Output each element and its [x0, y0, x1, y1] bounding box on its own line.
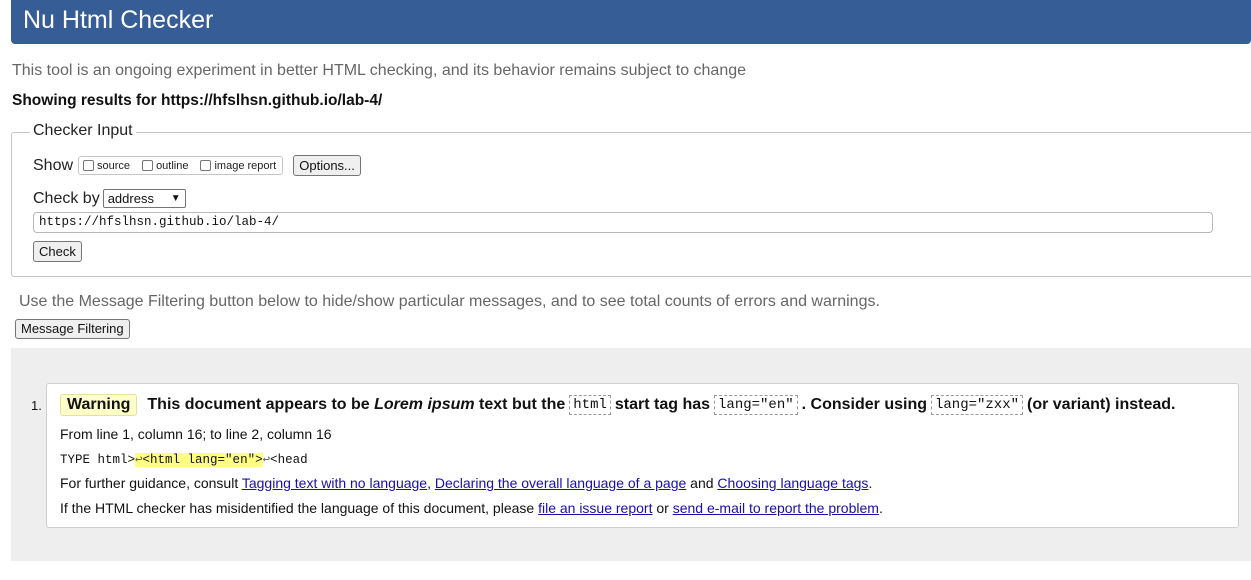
- message-guidance: For further guidance, consult Tagging te…: [60, 475, 872, 491]
- link-tagging-text[interactable]: Tagging text with no language: [242, 475, 427, 491]
- misid-prefix: If the HTML checker has misidentified th…: [60, 500, 539, 516]
- check-by-value: address: [107, 191, 154, 206]
- show-options-group: source outline image report: [78, 156, 284, 175]
- misid-suffix: .: [878, 500, 883, 516]
- message-text-3: start tag has: [614, 396, 711, 413]
- show-source-option[interactable]: source: [83, 160, 130, 172]
- message-text-2: text but the: [479, 396, 566, 413]
- link-send-email[interactable]: send e-mail to report the problem: [673, 500, 879, 516]
- line-feed-icon: ↩: [262, 453, 271, 467]
- url-input[interactable]: https://hfslhsn.github.io/lab-4/: [33, 212, 1213, 233]
- guidance-sep-1: ,: [427, 475, 435, 491]
- outline-label: outline: [156, 159, 189, 172]
- link-file-issue[interactable]: file an issue report: [538, 500, 652, 516]
- check-by-select[interactable]: address ▼: [102, 189, 186, 208]
- checker-input-fieldset: [11, 132, 1251, 277]
- show-row: Show source outline image report Options…: [33, 155, 361, 176]
- message-misidentified: If the HTML checker has misidentified th…: [60, 500, 883, 516]
- message-item: Warning This document appears to be Lore…: [46, 383, 1239, 528]
- message-extract: TYPE html>↩<html lang="en">↩<head: [60, 451, 308, 467]
- message-title: Warning This document appears to be Lore…: [60, 394, 1175, 416]
- extract-pre: TYPE html>: [60, 453, 136, 467]
- guidance-prefix: For further guidance, consult: [60, 475, 242, 491]
- message-text-1: This document appears to be: [147, 396, 370, 413]
- line-feed-icon: ↩: [135, 453, 143, 467]
- source-checkbox[interactable]: [83, 160, 95, 171]
- checker-input-legend: Checker Input: [30, 122, 136, 140]
- message-text-4: . Consider using: [801, 396, 927, 413]
- tagline: This tool is an ongoing experiment in be…: [12, 62, 747, 79]
- message-code-lang-zxx: lang="zxx": [930, 395, 1023, 415]
- link-declaring-language[interactable]: Declaring the overall language of a page: [435, 475, 686, 491]
- guidance-suffix: .: [868, 475, 873, 491]
- showing-results: Showing results for https://hfslhsn.gith…: [12, 92, 382, 110]
- misid-mid: or: [652, 500, 673, 516]
- image-report-label: image report: [214, 159, 277, 172]
- message-code-lang-en: lang="en": [714, 395, 798, 415]
- check-by-row: Check by address ▼: [33, 189, 186, 208]
- page-title: Nu Html Checker: [23, 6, 214, 34]
- message-code-html: html: [569, 395, 611, 415]
- message-filtering-note: Use the Message Filtering button below t…: [19, 293, 880, 310]
- app-header: Nu Html Checker: [11, 0, 1251, 44]
- message-location: From line 1, column 16; to line 2, colum…: [60, 426, 332, 442]
- extract-post: <head: [270, 453, 308, 467]
- chevron-down-icon: ▼: [170, 193, 181, 204]
- source-label: source: [97, 159, 131, 172]
- check-button[interactable]: Check: [33, 241, 82, 262]
- showing-prefix: Showing results for: [12, 92, 161, 109]
- extract-highlight: ↩<html lang="en">: [135, 453, 263, 467]
- warning-badge: Warning: [60, 394, 138, 416]
- show-image-report-option[interactable]: image report: [200, 160, 276, 172]
- image-report-checkbox[interactable]: [200, 160, 212, 171]
- message-text-5: (or variant) instead.: [1027, 396, 1176, 413]
- outline-checkbox[interactable]: [142, 160, 154, 171]
- showing-url: https://hfslhsn.github.io/lab-4/: [160, 92, 383, 109]
- message-number: 1.: [31, 398, 42, 413]
- message-lorem: Lorem ipsum: [374, 396, 475, 413]
- message-filtering-button[interactable]: Message Filtering: [15, 319, 130, 339]
- show-outline-option[interactable]: outline: [142, 160, 188, 172]
- show-label: Show: [33, 156, 74, 174]
- check-by-label: Check by: [33, 189, 100, 207]
- link-choosing-tags[interactable]: Choosing language tags: [717, 475, 868, 491]
- options-button[interactable]: Options...: [293, 155, 361, 176]
- extract-highlight-text: <html lang="en">: [142, 453, 263, 467]
- guidance-sep-2: and: [686, 475, 718, 491]
